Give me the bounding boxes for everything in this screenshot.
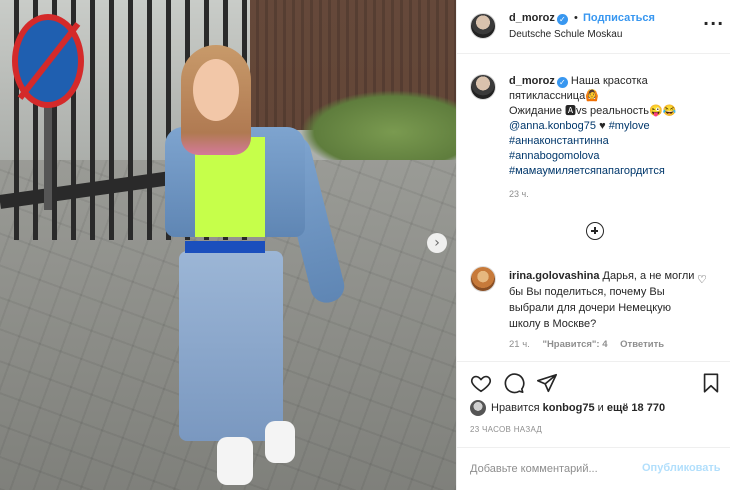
verified-badge-icon: ✓ xyxy=(556,77,568,88)
like-heart-icon[interactable] xyxy=(470,372,492,394)
likes-and: и xyxy=(597,402,604,414)
action-bar xyxy=(457,361,730,401)
caption-avatar[interactable] xyxy=(470,74,496,100)
next-photo-button[interactable]: › xyxy=(427,233,447,253)
add-comment-bar: Опубликовать xyxy=(457,447,730,490)
photo-girl-face xyxy=(193,59,239,121)
mention-link[interactable]: @anna.konbog75 xyxy=(509,120,596,132)
hashtag-link[interactable]: #mylove xyxy=(609,120,650,132)
location-link[interactable]: Deutsche Schule Moskau xyxy=(509,29,622,40)
photo-girl-shoe xyxy=(265,421,295,463)
photo-girl-jeans xyxy=(179,251,283,441)
heart-emoji: ♥ xyxy=(599,120,606,132)
post-photo[interactable]: › xyxy=(0,0,456,490)
comment-bubble-icon[interactable] xyxy=(503,372,525,394)
photo-sign-post xyxy=(44,100,52,210)
post-header: d_moroz ✓ • Подписаться Deutsche Schule M… xyxy=(457,0,730,54)
caption-text: Ожидание 🅰vs реальность😜😂 xyxy=(509,105,677,117)
publish-button[interactable]: Опубликовать xyxy=(642,462,721,474)
comment-meta: 21 ч. "Нравится": 4 Ответить xyxy=(509,339,674,350)
hashtag-link[interactable]: #annabogomolova xyxy=(509,149,709,164)
separator-dot: • xyxy=(574,12,578,24)
more-options-icon[interactable]: ··· xyxy=(703,14,724,33)
caption-username[interactable]: d_moroz xyxy=(509,75,555,87)
comment-timestamp: 21 ч. xyxy=(509,339,530,350)
commenter-avatar[interactable] xyxy=(470,266,496,292)
post-caption: d_moroz ✓ Наша красотка пятиклассница🙆 Ож… xyxy=(509,74,709,179)
header-username[interactable]: d_moroz ✓ xyxy=(509,12,568,25)
photo-girl xyxy=(165,45,348,485)
comment-username[interactable]: irina.golovashina xyxy=(509,270,599,282)
caption-timestamp: 23 ч. xyxy=(509,189,529,199)
likes-prefix: Нравится xyxy=(491,402,540,414)
verified-badge-icon: ✓ xyxy=(556,14,568,25)
comment-like-heart-icon[interactable]: ♡ xyxy=(697,273,707,286)
load-more-comments-icon[interactable] xyxy=(586,222,604,240)
save-bookmark-icon[interactable] xyxy=(700,372,722,394)
avatar[interactable] xyxy=(470,13,496,39)
share-paper-plane-icon[interactable] xyxy=(536,372,558,394)
liker-username[interactable]: konbog75 xyxy=(543,402,595,414)
comment-input[interactable] xyxy=(470,460,635,478)
post-side-panel: d_moroz ✓ • Подписаться Deutsche Schule M… xyxy=(456,0,730,490)
no-parking-sign xyxy=(12,14,84,108)
username-text[interactable]: d_moroz xyxy=(509,12,555,24)
hashtag-link[interactable]: #мамаумиляетсяпапагордится xyxy=(509,164,709,179)
photo-girl-belt xyxy=(185,241,265,253)
comment-likes-count[interactable]: "Нравится": 4 xyxy=(542,339,607,350)
likes-summary: Нравится konbog75 и ещё 18 770 xyxy=(470,400,665,416)
hashtag-link[interactable]: #аннаконстантинна xyxy=(509,134,709,149)
chevron-right-icon: › xyxy=(434,235,440,251)
likes-count[interactable]: ещё 18 770 xyxy=(607,402,665,414)
reply-button[interactable]: Ответить xyxy=(620,339,664,350)
liker-avatar[interactable] xyxy=(470,400,486,416)
photo-girl-shoe xyxy=(217,437,253,485)
post-timestamp[interactable]: 23 ЧАСОВ НАЗАД xyxy=(470,425,542,434)
follow-button[interactable]: Подписаться xyxy=(583,12,655,24)
comment: irina.golovashina Дарья, а не могли бы В… xyxy=(509,268,699,332)
